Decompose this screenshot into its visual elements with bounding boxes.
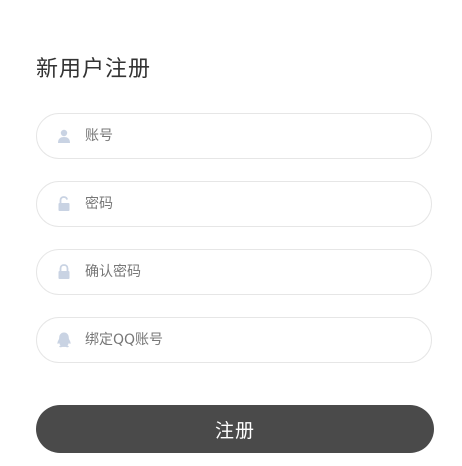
account-input[interactable] bbox=[85, 114, 415, 158]
register-button[interactable]: 注册 bbox=[36, 405, 434, 453]
qq-account-field[interactable] bbox=[36, 317, 432, 363]
lock-icon bbox=[55, 263, 73, 281]
confirm-password-field[interactable] bbox=[36, 249, 432, 295]
unlock-icon bbox=[55, 195, 73, 213]
page-title: 新用户注册 bbox=[36, 57, 152, 82]
account-field[interactable] bbox=[36, 113, 432, 159]
confirm-password-input[interactable] bbox=[85, 250, 415, 294]
password-input[interactable] bbox=[85, 182, 415, 226]
user-icon bbox=[55, 127, 73, 145]
password-field[interactable] bbox=[36, 181, 432, 227]
qq-account-input[interactable] bbox=[85, 318, 415, 362]
qq-icon bbox=[55, 331, 73, 349]
register-page: 新用户注册 账号 绑定QQ账号 注册 bbox=[0, 0, 462, 466]
